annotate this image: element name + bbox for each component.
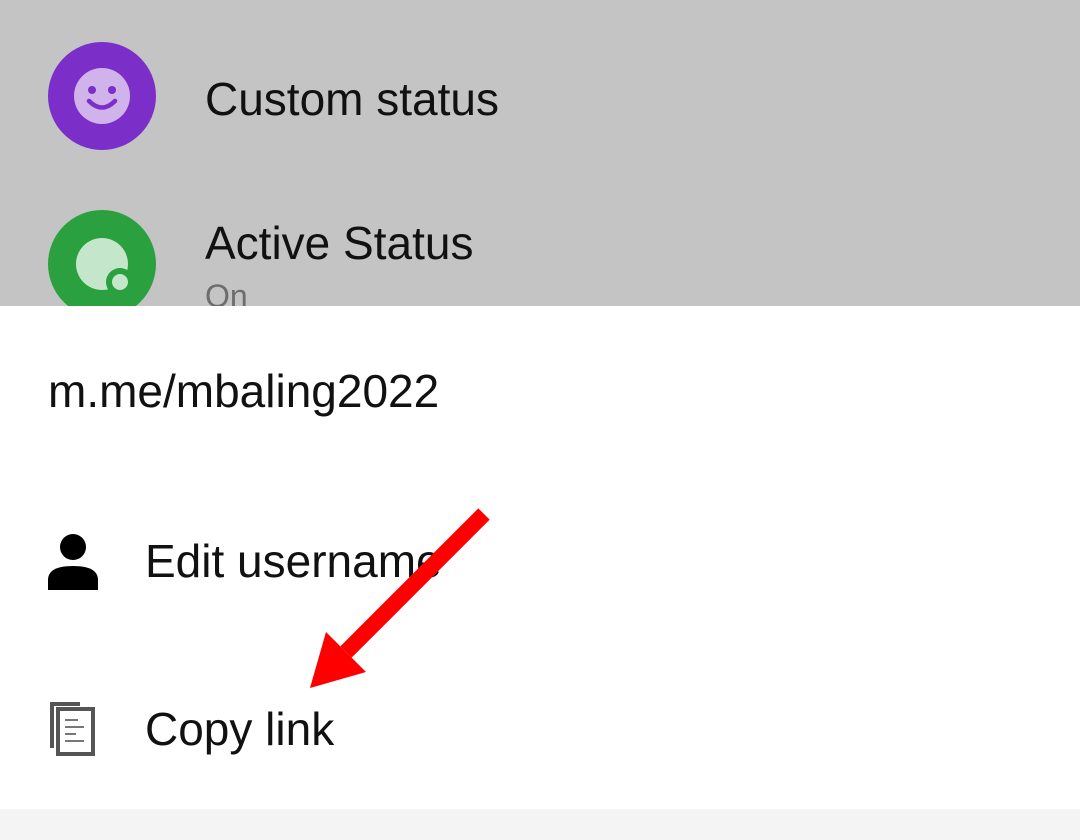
active-status-value: On (205, 278, 248, 306)
edit-username-label: Edit username (145, 535, 442, 587)
person-icon (46, 532, 100, 592)
profile-link-text: m.me/mbaling2022 (48, 365, 440, 417)
dimmed-settings-list[interactable]: Custom status Active Status On (0, 0, 1080, 306)
screen: Custom status Active Status On m.me/mbal… (0, 0, 1080, 840)
bottom-sheet: m.me/mbaling2022 Edit username Copy link (0, 306, 1080, 809)
custom-status-label: Custom status (205, 73, 499, 125)
copy-link-button[interactable]: Copy link (0, 662, 1080, 792)
copy-link-label: Copy link (145, 703, 335, 755)
active-status-row[interactable]: Active Status On (0, 196, 1080, 306)
active-status-icon (48, 210, 156, 306)
edit-username-button[interactable]: Edit username (0, 496, 1080, 626)
copy-icon (46, 698, 100, 758)
active-status-label: Active Status (205, 217, 474, 269)
custom-status-row[interactable]: Custom status (0, 28, 1080, 168)
smiley-icon (48, 42, 156, 150)
